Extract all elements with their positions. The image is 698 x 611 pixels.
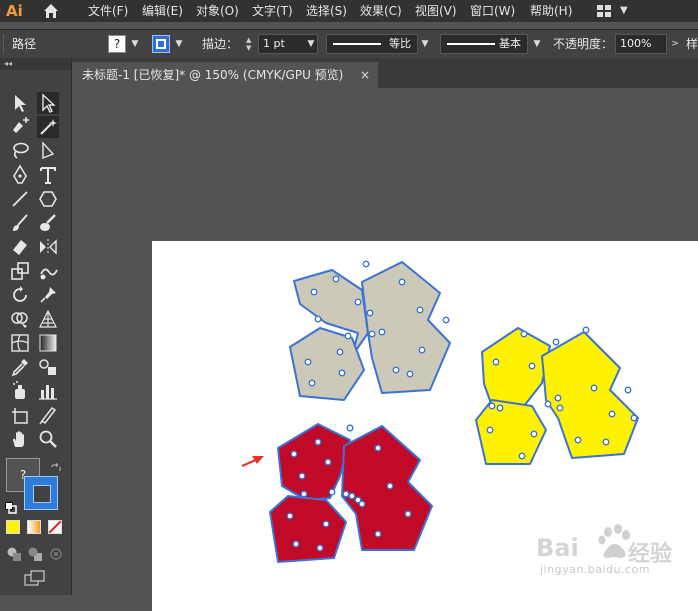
screen-mode-icon[interactable] xyxy=(24,570,46,590)
selection-type-label: 路径 xyxy=(12,37,37,51)
gradient-tool-icon[interactable] xyxy=(37,332,59,354)
style-label[interactable]: 样 xyxy=(686,30,698,58)
menu-file[interactable]: 文件(F) xyxy=(88,0,128,22)
stroke-color-box[interactable] xyxy=(24,476,58,510)
artwork[interactable] xyxy=(72,88,698,595)
app-logo: Ai xyxy=(6,2,23,20)
paintbrush-tool-icon[interactable] xyxy=(9,212,31,234)
menu-select[interactable]: 选择(S) xyxy=(306,0,347,22)
column-graph-tool-icon[interactable] xyxy=(37,380,59,402)
type-tool-icon[interactable] xyxy=(37,164,59,186)
profile-line-preview xyxy=(333,43,381,45)
mesh-tool-icon[interactable] xyxy=(9,332,31,354)
watermark-url: jingyan.baidu.com xyxy=(540,563,651,576)
perspective-grid-tool-icon[interactable] xyxy=(37,308,59,330)
workspace-icon[interactable] xyxy=(596,3,612,19)
profile-label: 等比 xyxy=(389,37,411,50)
tools-collapse-icon[interactable]: ◂◂ xyxy=(0,58,71,70)
warp-tool-icon[interactable] xyxy=(37,260,59,282)
draw-inside-icon[interactable] xyxy=(48,546,64,566)
stroke-chevron-down-icon[interactable]: ▼ xyxy=(172,34,186,54)
draw-behind-icon[interactable] xyxy=(27,546,43,566)
brush-definition-dropdown[interactable]: 基本 xyxy=(440,34,528,54)
gradient-mode-button[interactable] xyxy=(27,520,41,534)
annotation-arrow-icon xyxy=(241,456,264,468)
home-icon[interactable] xyxy=(42,2,60,20)
stroke-weight-chevron-down-icon[interactable]: ▼ xyxy=(304,34,318,54)
control-bar: 路径 ? ▼ ▼ 描边： ▲ ▼ 1 pt ▼ 等比 ▼ 基本 ▼ 不透明度： 1… xyxy=(0,29,698,58)
menu-view[interactable]: 视图(V) xyxy=(415,0,457,22)
eraser-tool-icon[interactable] xyxy=(9,236,31,258)
fill-chevron-down-icon[interactable]: ▼ xyxy=(128,34,142,54)
pen-plus-tool-icon[interactable] xyxy=(9,116,31,138)
menu-edit[interactable]: 编辑(E) xyxy=(142,0,183,22)
brush-line-preview xyxy=(447,43,495,45)
polygon-tool-icon[interactable] xyxy=(37,188,59,210)
symbol-sprayer-tool-icon[interactable] xyxy=(9,380,31,402)
panel-grip xyxy=(3,35,6,53)
blob-brush-tool-icon[interactable] xyxy=(37,212,59,234)
opacity-chevron-right-icon[interactable]: > xyxy=(668,34,682,54)
artboard-tool-icon[interactable] xyxy=(9,404,31,426)
reflect-tool-icon[interactable] xyxy=(37,236,59,258)
document-tab[interactable]: 未标题-1 [已恢复]* @ 150% (CMYK/GPU 预览) × xyxy=(72,62,378,88)
color-mode-button[interactable] xyxy=(6,520,20,534)
direct-selection-tool-icon[interactable] xyxy=(37,92,59,114)
slice-tool-icon[interactable] xyxy=(37,404,59,426)
default-fill-stroke-icon[interactable] xyxy=(5,499,17,518)
menu-type[interactable]: 文字(T) xyxy=(252,0,293,22)
blend-tool-icon[interactable] xyxy=(37,356,59,378)
yellow-flower-shape[interactable] xyxy=(475,326,639,465)
profile-chevron-down-icon[interactable]: ▼ xyxy=(418,34,432,54)
fill-swatch[interactable]: ? xyxy=(108,35,126,53)
menu-bar: Ai 文件(F) 编辑(E) 对象(O) 文字(T) 选择(S) 效果(C) 视… xyxy=(0,0,698,22)
none-mode-button[interactable] xyxy=(48,520,62,534)
pen-tool-icon[interactable] xyxy=(9,164,31,186)
stroke-spinner-icon[interactable]: ▲ ▼ xyxy=(246,36,254,52)
gray-flower-shape[interactable] xyxy=(289,260,451,401)
tools-panel: ◂◂ ? xyxy=(0,58,72,595)
hand-tool-icon[interactable] xyxy=(9,428,31,450)
line-tool-icon[interactable] xyxy=(9,188,31,210)
lasso-tool-icon[interactable] xyxy=(9,140,31,162)
document-tab-title[interactable]: 未标题-1 [已恢复]* @ 150% (CMYK/GPU 预览) xyxy=(82,62,343,88)
close-icon[interactable]: × xyxy=(360,62,370,88)
direct-select-alt-tool-icon[interactable] xyxy=(37,140,59,162)
menu-object[interactable]: 对象(O) xyxy=(196,0,239,22)
scale-tool-icon[interactable] xyxy=(9,260,31,282)
menu-window[interactable]: 窗口(W) xyxy=(470,0,515,22)
draw-normal-icon[interactable] xyxy=(6,546,22,566)
variable-width-profile-dropdown[interactable]: 等比 xyxy=(326,34,418,54)
puppet-warp-tool-icon[interactable] xyxy=(37,284,59,306)
brush-label: 基本 xyxy=(499,37,521,50)
red-flower-shape[interactable] xyxy=(269,423,433,563)
stroke-swatch[interactable] xyxy=(152,35,170,53)
stroke-label: 描边： xyxy=(202,37,239,51)
shape-builder-tool-icon[interactable] xyxy=(9,308,31,330)
magic-wand-tool-icon[interactable] xyxy=(37,116,59,138)
menu-effect[interactable]: 效果(C) xyxy=(360,0,402,22)
opacity-label[interactable]: 不透明度： xyxy=(553,30,613,58)
opacity-field[interactable]: 100% xyxy=(615,34,667,54)
menu-help[interactable]: 帮助(H) xyxy=(530,0,572,22)
watermark-brand: Bai xyxy=(536,534,579,562)
zoom-tool-icon[interactable] xyxy=(37,428,59,450)
workspace-chevron-down-icon[interactable]: ▼ xyxy=(620,0,628,22)
eyedropper-tool-icon[interactable] xyxy=(9,356,31,378)
rotate-tool-icon[interactable] xyxy=(9,284,31,306)
selection-tool-icon[interactable] xyxy=(9,92,31,114)
brush-chevron-down-icon[interactable]: ▼ xyxy=(530,34,544,54)
